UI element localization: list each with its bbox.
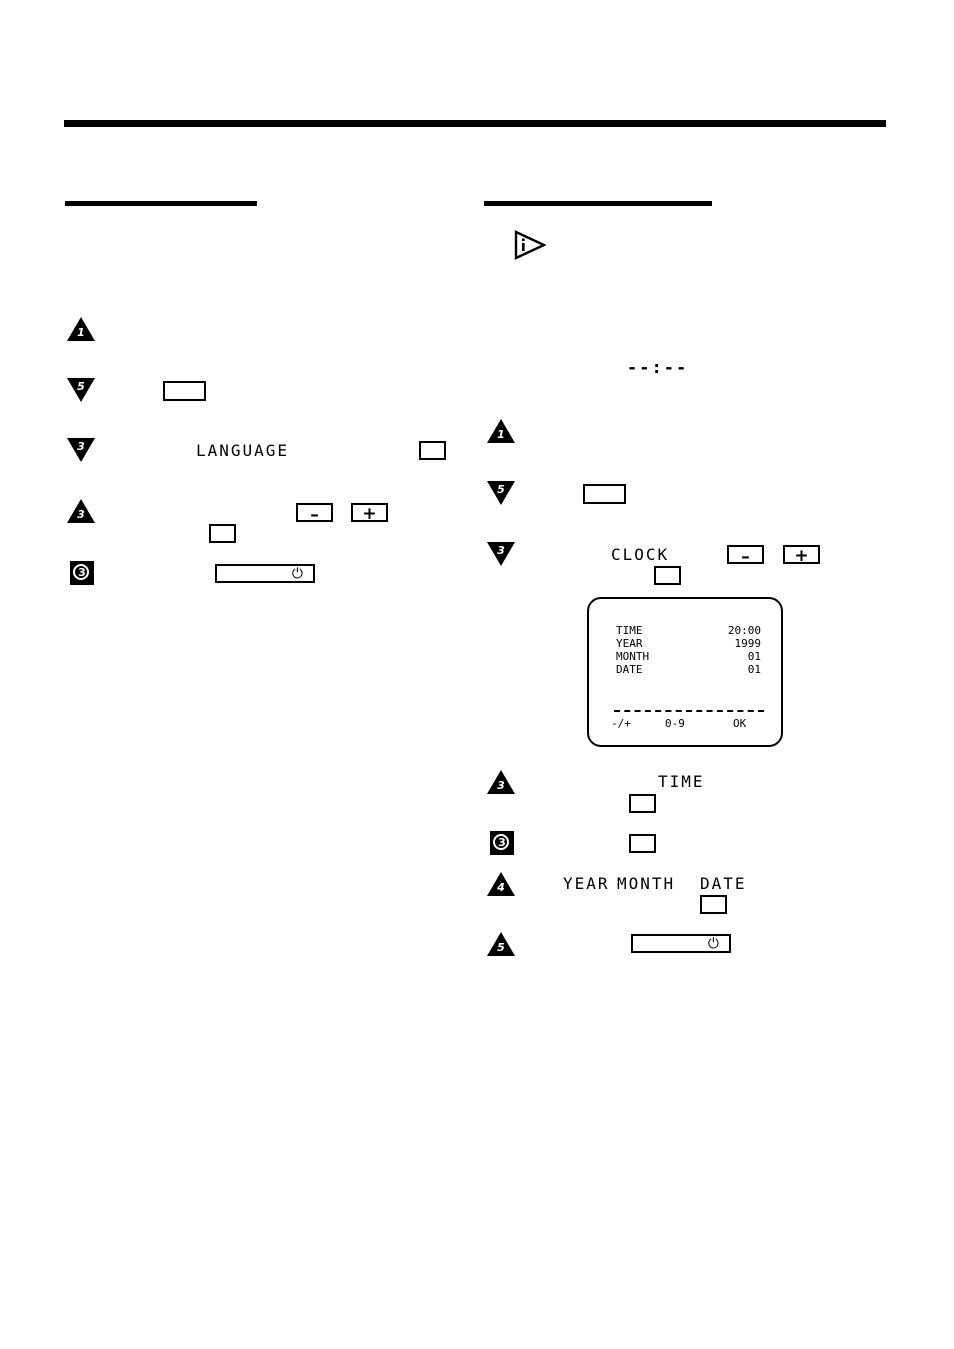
osd-row-key: MONTH bbox=[616, 650, 650, 663]
osd-footer-confirm: OK bbox=[733, 717, 747, 730]
osd-row-key: YEAR bbox=[616, 637, 643, 650]
left-power-bar-key[interactable]: ⏻ bbox=[215, 564, 315, 583]
osd-row-key: DATE bbox=[616, 663, 643, 676]
right-step-3-number: 3 bbox=[497, 544, 505, 557]
left-step-2-number: 5 bbox=[77, 380, 85, 393]
right-step-6-marker: 4 bbox=[486, 871, 516, 897]
osd-row-value: 20:00 bbox=[727, 624, 761, 637]
right-step-2-number: 5 bbox=[497, 483, 505, 496]
left-plus-key[interactable]: + bbox=[351, 503, 388, 524]
right-step-6-number: 4 bbox=[497, 881, 505, 894]
left-step-3-number: 3 bbox=[77, 440, 85, 453]
left-step-3-marker: 3 bbox=[66, 437, 96, 463]
left-step-5-marker: 3 bbox=[68, 561, 98, 587]
osd-footer-adjust: -/+ bbox=[611, 717, 631, 730]
right-plus-key[interactable]: + bbox=[783, 545, 820, 566]
right-step-5-number: 3 bbox=[498, 836, 506, 849]
left-step-2-blank-key[interactable] bbox=[163, 381, 206, 401]
right-step-7-marker: 5 bbox=[486, 931, 516, 957]
osd-row-value: 01 bbox=[747, 663, 761, 676]
left-step-4-blank-key[interactable] bbox=[209, 524, 236, 543]
plus-icon: + bbox=[794, 546, 809, 566]
time-placeholder: --:-- bbox=[627, 358, 689, 378]
left-minus-key[interactable]: – bbox=[296, 503, 333, 525]
left-step-1-marker: 1 bbox=[66, 316, 96, 342]
right-step-1-marker: 1 bbox=[486, 418, 516, 444]
right-step-2-blank-key[interactable] bbox=[583, 484, 626, 504]
right-step-4-marker: 3 bbox=[486, 769, 516, 795]
left-step-2-marker: 5 bbox=[66, 377, 96, 403]
right-step-3-blank-key[interactable] bbox=[654, 566, 681, 585]
right-step-3-marker: 3 bbox=[486, 541, 516, 567]
power-icon: ⏻ bbox=[291, 565, 303, 582]
clock-label: CLOCK bbox=[611, 545, 670, 564]
date-label: DATE bbox=[700, 874, 747, 893]
left-step-4-marker: 3 bbox=[66, 498, 96, 524]
osd-row-value: 01 bbox=[747, 650, 761, 663]
info-play-icon bbox=[512, 230, 547, 260]
osd-footer: -/+ 0-9 OK bbox=[611, 717, 766, 731]
right-step-1-number: 1 bbox=[497, 428, 505, 441]
right-step-6-blank-key[interactable] bbox=[700, 895, 727, 914]
left-step-5-number: 3 bbox=[78, 566, 86, 579]
language-label: LANGUAGE bbox=[196, 441, 290, 460]
osd-row-value: 1999 bbox=[734, 637, 762, 650]
osd-row: YEAR 1999 bbox=[616, 637, 761, 650]
osd-row-key: TIME bbox=[616, 624, 643, 637]
minus-icon: – bbox=[741, 547, 750, 567]
minus-icon: – bbox=[310, 505, 319, 525]
osd-row: MONTH 01 bbox=[616, 650, 761, 663]
right-step-7-number: 5 bbox=[497, 941, 505, 954]
right-section-rule bbox=[484, 201, 712, 206]
left-section-rule bbox=[65, 201, 257, 206]
osd-separator bbox=[614, 710, 764, 712]
right-step-5-marker: 3 bbox=[488, 831, 518, 857]
left-step-4-number: 3 bbox=[77, 508, 85, 521]
osd-footer-numeric: 0-9 bbox=[665, 717, 685, 730]
right-step-5-blank-key[interactable] bbox=[629, 834, 656, 853]
month-label: MONTH bbox=[617, 874, 676, 893]
right-minus-key[interactable]: – bbox=[727, 545, 764, 567]
page-header-rule bbox=[64, 120, 886, 127]
plus-icon: + bbox=[362, 504, 377, 524]
power-icon: ⏻ bbox=[707, 935, 719, 952]
osd-row: DATE 01 bbox=[616, 663, 761, 676]
osd-row-list: TIME 20:00 YEAR 1999 MONTH 01 DATE 01 bbox=[616, 624, 761, 676]
manual-page: 1 5 3 LANGUAGE 3 – + 3 ⏻ --:-- 1 5 3 CLO… bbox=[0, 0, 954, 1349]
info-play-glyph bbox=[514, 230, 547, 260]
time-label: TIME bbox=[658, 772, 705, 791]
right-step-2-marker: 5 bbox=[486, 480, 516, 506]
right-power-bar-key[interactable]: ⏻ bbox=[631, 934, 731, 953]
right-step-4-blank-key[interactable] bbox=[629, 794, 656, 813]
left-step-1-number: 1 bbox=[77, 326, 85, 339]
year-label: YEAR bbox=[563, 874, 610, 893]
right-step-4-number: 3 bbox=[497, 779, 505, 792]
osd-screen-panel: TIME 20:00 YEAR 1999 MONTH 01 DATE 01 -/… bbox=[587, 597, 783, 747]
left-step-3-blank-key[interactable] bbox=[419, 441, 446, 460]
osd-row: TIME 20:00 bbox=[616, 624, 761, 637]
